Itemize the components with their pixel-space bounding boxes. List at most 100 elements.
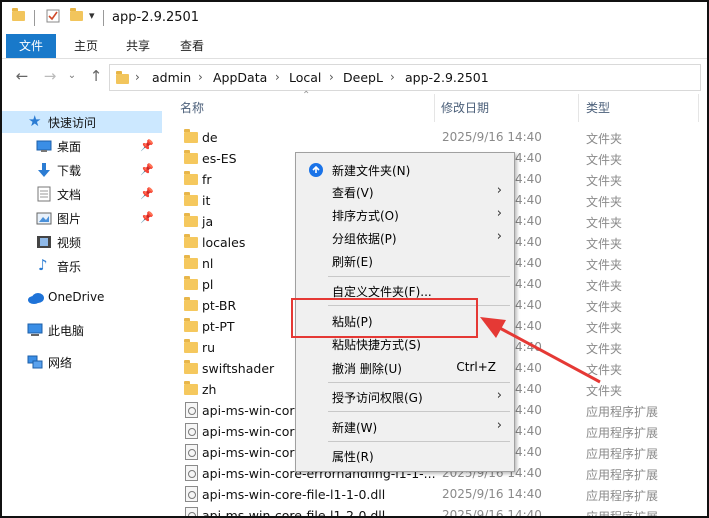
table-row[interactable]: de 2025/9/16 14:40 文件夹 (178, 127, 703, 148)
file-type: 应用程序扩展 (586, 447, 659, 461)
chevron-right-icon[interactable]: › (390, 70, 395, 84)
sort-ascending-icon: ⌃ (302, 90, 311, 101)
menu-item-new[interactable]: 新建(W) › (298, 416, 512, 438)
music-icon: ♪ (38, 256, 48, 274)
file-name: api-ms-win-core (202, 403, 302, 418)
pin-icon[interactable]: 📌 (140, 163, 154, 176)
nav-item-label: 桌面 (57, 140, 82, 154)
nav-item-network[interactable]: 网络 (2, 351, 162, 373)
column-header-type[interactable]: 类型 (586, 94, 610, 122)
tab-home[interactable]: 主页 (64, 34, 108, 58)
menu-label: 刷新(E) (332, 255, 373, 269)
dll-file-icon (185, 444, 198, 460)
folder-icon (116, 71, 129, 84)
nav-item-music[interactable]: ♪ 音乐 (2, 255, 162, 277)
nav-item-onedrive[interactable]: OneDrive (2, 287, 162, 309)
file-type: 文件夹 (586, 258, 623, 272)
tab-view[interactable]: 查看 (170, 34, 214, 58)
breadcrumb-appdata[interactable]: AppData (213, 70, 267, 85)
menu-label: 新建文件夹(N) (332, 164, 411, 178)
nav-item-label: OneDrive (48, 290, 105, 304)
nav-item-downloads[interactable]: 下载 📌 (2, 159, 162, 181)
menu-label: 排序方式(O) (332, 209, 399, 223)
new-folder-quick-icon[interactable] (70, 8, 83, 21)
nav-item-documents[interactable]: 文档 📌 (2, 183, 162, 205)
dll-file-icon (185, 423, 198, 439)
nav-item-label: 网络 (48, 356, 73, 370)
file-name: nl (202, 256, 214, 271)
nav-item-pictures[interactable]: 图片 📌 (2, 207, 162, 229)
breadcrumb-deepl[interactable]: DeepL (343, 70, 383, 85)
breadcrumb-local[interactable]: Local (289, 70, 321, 85)
chevron-right-icon[interactable]: › (275, 70, 280, 84)
file-type: 应用程序扩展 (586, 468, 659, 482)
folder-icon (12, 8, 25, 21)
dll-file-icon (185, 486, 198, 502)
title-bar: ▾ app-2.9.2501 (2, 2, 707, 34)
column-header-modified[interactable]: 修改日期 (441, 94, 489, 122)
file-date: 2025/9/16 14:40 (442, 508, 542, 518)
breadcrumb-admin[interactable]: admin (152, 70, 191, 85)
file-name: es-ES (202, 151, 237, 166)
file-name: pt-PT (202, 319, 235, 334)
submenu-arrow-icon: › (496, 229, 502, 244)
nav-item-desktop[interactable]: 桌面 📌 (2, 135, 162, 157)
file-type: 文件夹 (586, 279, 623, 293)
computer-icon (27, 322, 43, 338)
column-divider[interactable] (434, 94, 435, 122)
file-type: 文件夹 (586, 174, 623, 188)
folder-icon (184, 171, 198, 185)
column-header-name[interactable]: 名称 (180, 94, 204, 122)
divider (34, 10, 35, 26)
nav-item-label: 视频 (57, 236, 82, 250)
new-folder-icon (309, 163, 323, 177)
file-type: 文件夹 (586, 132, 623, 146)
column-divider[interactable] (578, 94, 579, 122)
chevron-right-icon[interactable]: › (135, 70, 140, 84)
pin-icon[interactable]: 📌 (140, 139, 154, 152)
properties-check-icon[interactable] (46, 9, 60, 23)
menu-item-group[interactable]: 分组依据(P) › (298, 227, 512, 249)
menu-item-view[interactable]: 查看(V) › (298, 181, 512, 203)
forward-arrow-icon[interactable]: → (40, 66, 60, 86)
chevron-right-icon[interactable]: › (198, 70, 203, 84)
folder-icon (184, 129, 198, 143)
nav-item-this-pc[interactable]: 此电脑 (2, 319, 162, 341)
file-date: 2025/9/16 14:40 (442, 487, 542, 501)
table-row[interactable]: api-ms-win-core-file-l1-1-0.dll 2025/9/16… (178, 484, 703, 505)
pin-icon[interactable]: 📌 (140, 211, 154, 224)
folder-icon (184, 213, 198, 227)
pin-icon[interactable]: 📌 (140, 187, 154, 200)
menu-item-sort[interactable]: 排序方式(O) › (298, 204, 512, 226)
cloud-icon (27, 290, 44, 306)
file-name: api-ms-win-core-file-l1-1-0.dll (202, 487, 386, 502)
table-row[interactable]: api-ms-win-core-file-l1-2-0.dll 2025/9/16… (178, 505, 703, 518)
paste-highlight-box (291, 298, 478, 338)
file-type: 文件夹 (586, 153, 623, 167)
submenu-arrow-icon: › (496, 418, 502, 433)
back-arrow-icon[interactable]: ← (12, 66, 32, 86)
quick-access-dropdown-icon[interactable]: ▾ (89, 9, 95, 22)
nav-item-quick-access[interactable]: ★ 快速访问 (2, 111, 162, 133)
breadcrumb-current-folder[interactable]: app-2.9.2501 (405, 70, 489, 85)
nav-item-label: 文档 (57, 188, 82, 202)
folder-icon (184, 297, 198, 311)
folder-icon (184, 150, 198, 164)
folder-icon (184, 360, 198, 374)
menu-item-new-folder[interactable]: 新建文件夹(N) (298, 159, 512, 181)
menu-item-refresh[interactable]: 刷新(E) (298, 250, 512, 272)
folder-icon (184, 234, 198, 248)
column-divider[interactable] (698, 94, 699, 122)
menu-item-properties[interactable]: 属性(R) (298, 445, 512, 467)
file-type: 文件夹 (586, 237, 623, 251)
address-bar[interactable]: › admin › AppData › Local › DeepL › app-… (109, 64, 701, 91)
chevron-right-icon[interactable]: › (329, 70, 334, 84)
up-arrow-icon[interactable]: ↑ (86, 66, 106, 86)
nav-item-videos[interactable]: 视频 (2, 231, 162, 253)
tab-file[interactable]: 文件 (6, 34, 56, 58)
file-name: pt-BR (202, 298, 237, 313)
recent-locations-chevron-icon[interactable]: ⌄ (62, 66, 82, 86)
tab-share[interactable]: 共享 (116, 34, 160, 58)
document-icon (36, 186, 52, 202)
file-type: 文件夹 (586, 216, 623, 230)
